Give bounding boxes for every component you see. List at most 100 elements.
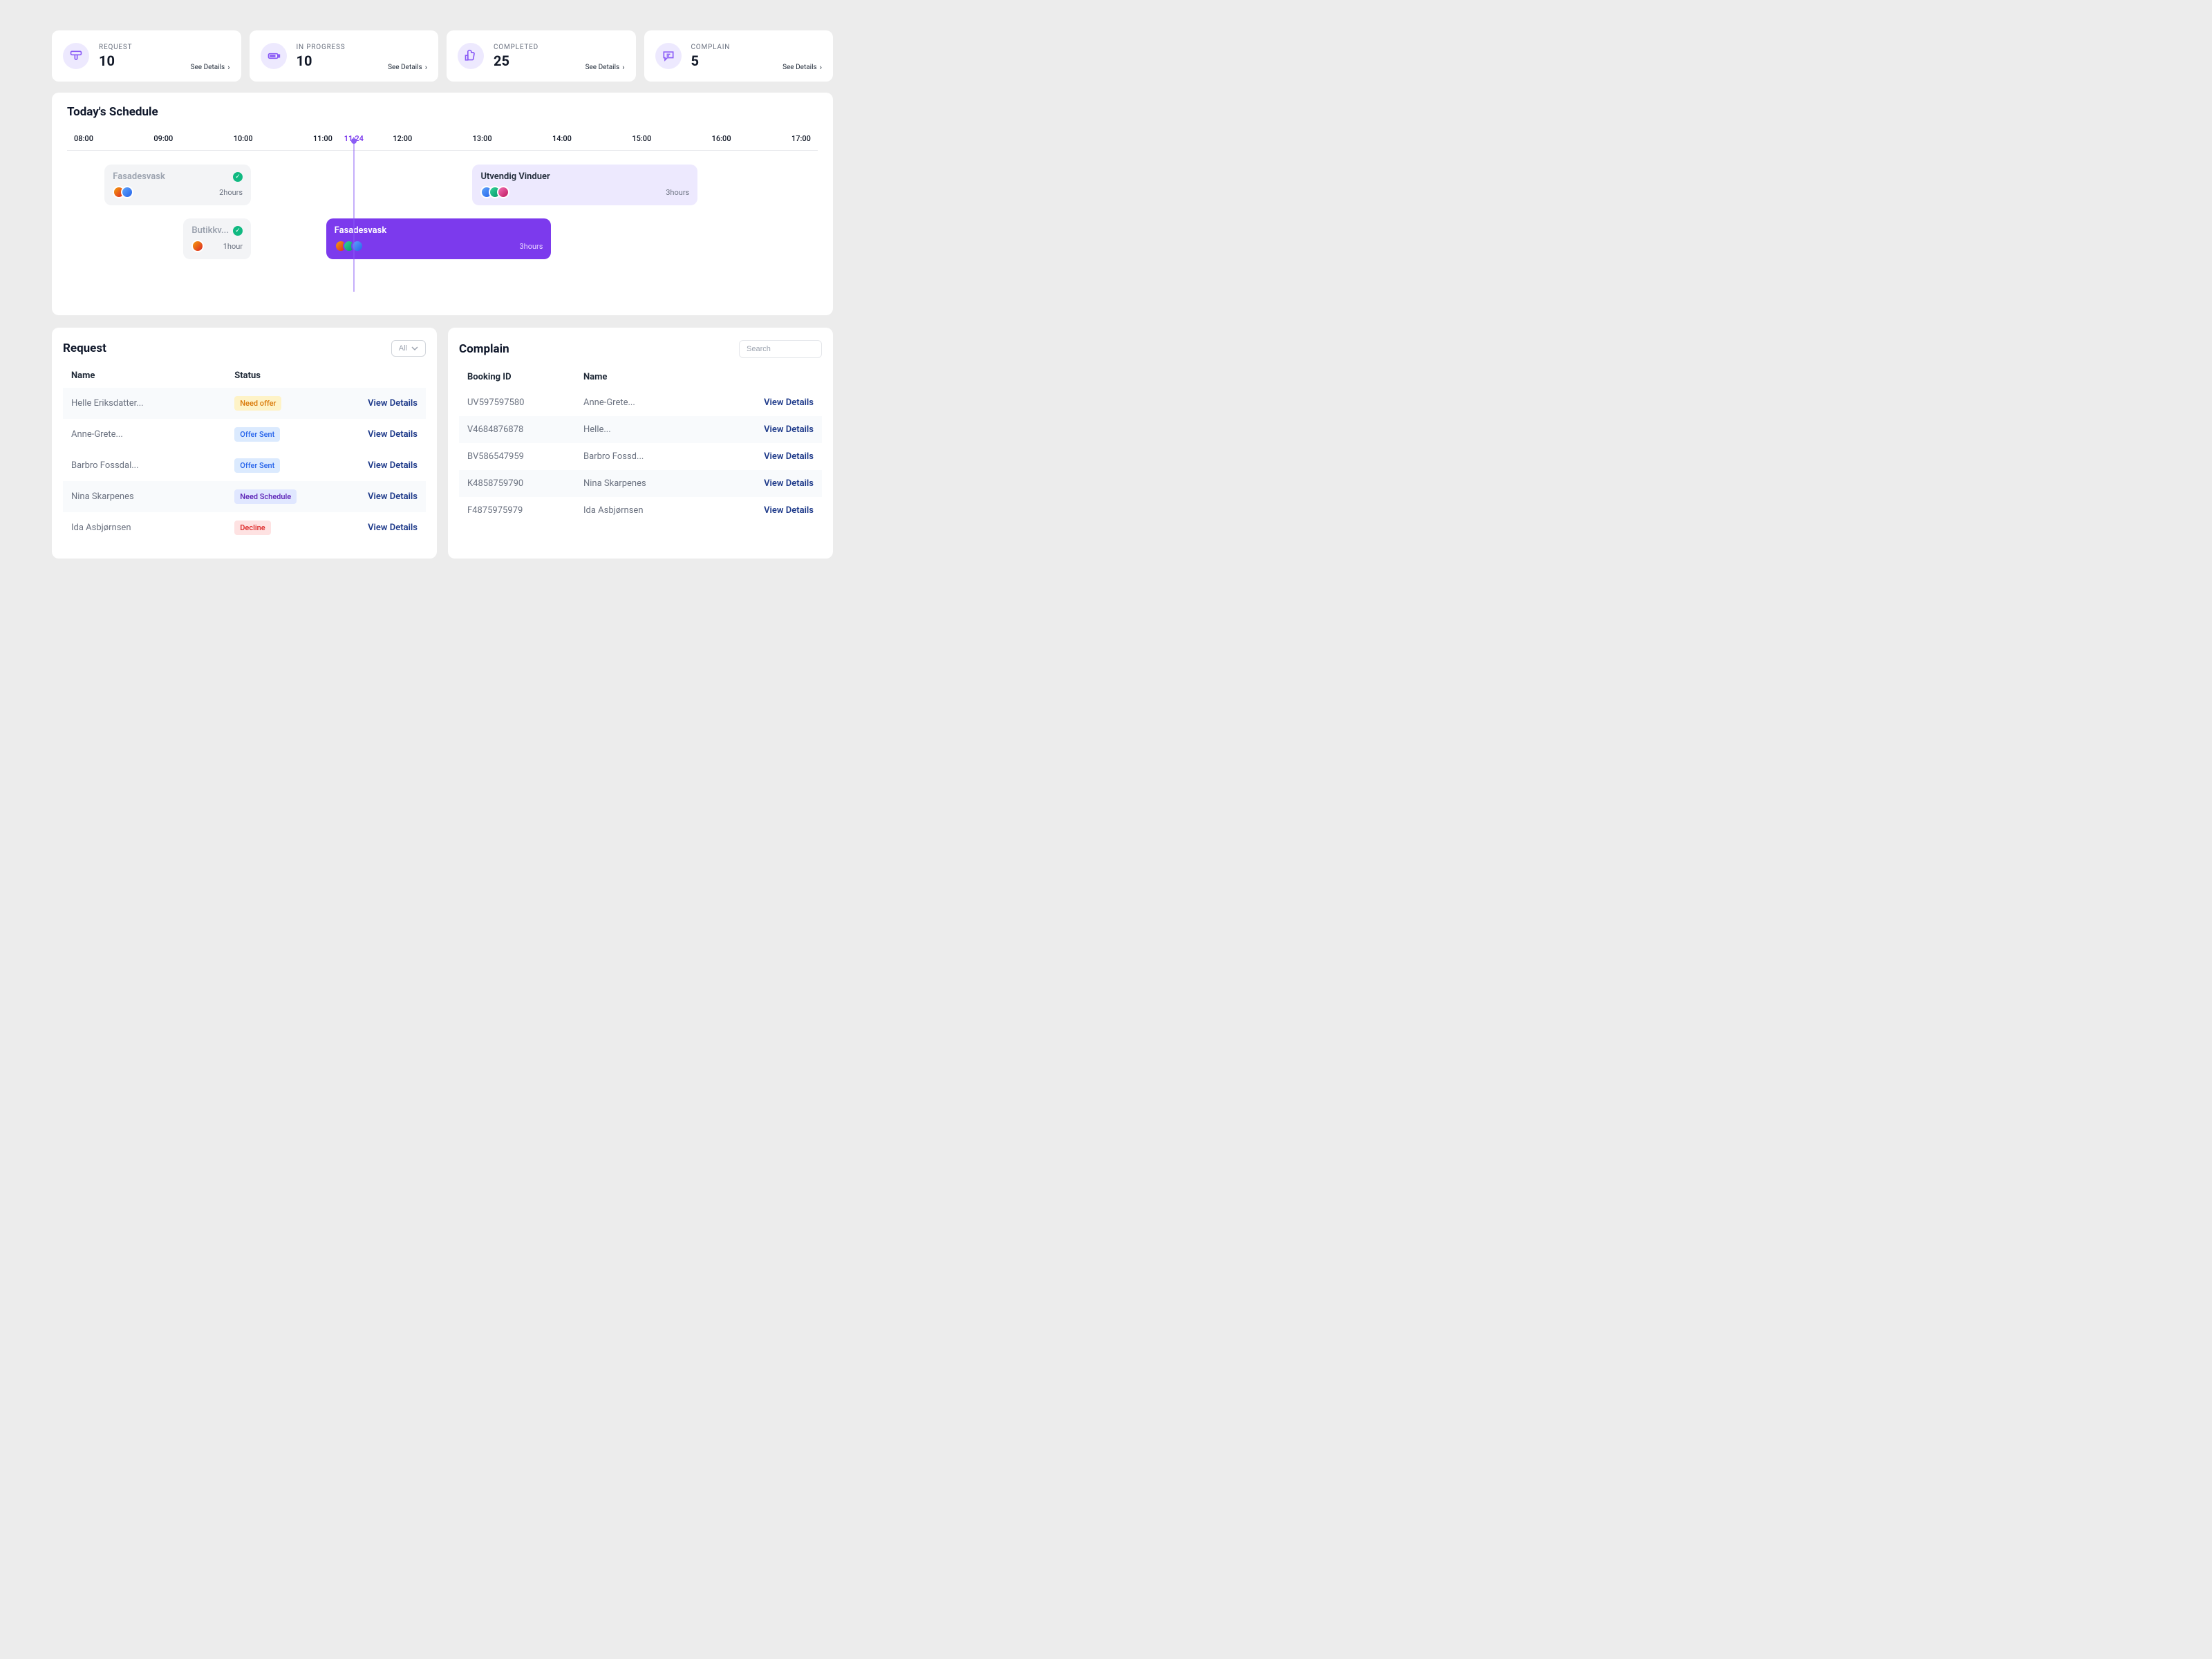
- table-row: Ida Asbjørnsen Decline View Details: [63, 512, 426, 543]
- event-duration: 3hours: [666, 188, 689, 197]
- status-badge: Decline: [234, 521, 270, 535]
- cell-booking-id: V4684876878: [459, 416, 575, 443]
- hour-label: 10:00: [229, 134, 257, 143]
- table-row: F4875975979Ida Asbjørnsen View Details: [459, 497, 822, 524]
- status-badge: Offer Sent: [234, 458, 280, 473]
- cell-name: Ida Asbjørnsen: [63, 512, 226, 543]
- cell-status: Need Schedule: [226, 481, 335, 512]
- chevron-right-icon: ›: [425, 63, 427, 72]
- schedule-lanes: Fasadesvask ✓ 2hours Utvendig Vinduer: [67, 165, 818, 296]
- see-details-link[interactable]: See Details›: [585, 63, 625, 72]
- event-title: Fasadesvask: [335, 225, 387, 236]
- card-in-progress[interactable]: IN PROGRESS 10 See Details›: [250, 30, 439, 82]
- view-details-link[interactable]: View Details: [764, 424, 814, 435]
- request-title: Request: [63, 341, 106, 355]
- filter-all-dropdown[interactable]: All: [391, 340, 426, 357]
- cell-name: Barbro Fossd...: [575, 443, 720, 470]
- status-badge: Offer Sent: [234, 427, 280, 442]
- view-details-link[interactable]: View Details: [368, 491, 418, 502]
- cell-name: Nina Skarpenes: [63, 481, 226, 512]
- view-details-link[interactable]: View Details: [368, 460, 418, 471]
- column-name: Name: [63, 364, 226, 388]
- event-duration: 1hour: [223, 242, 243, 251]
- current-time-marker-dot: [351, 138, 357, 144]
- view-details-link[interactable]: View Details: [368, 523, 418, 533]
- cell-booking-id: F4875975979: [459, 497, 575, 524]
- cell-name: Ida Asbjørnsen: [575, 497, 720, 524]
- card-label: IN PROGRESS: [297, 44, 428, 51]
- completed-icon: [458, 43, 484, 69]
- card-label: COMPLAIN: [691, 44, 823, 51]
- schedule-event-active[interactable]: Fasadesvask 3hours: [326, 218, 552, 259]
- cell-booking-id: UV597597580: [459, 389, 575, 416]
- cell-name: Barbro Fossdal...: [63, 450, 226, 481]
- hour-label: 15:00: [628, 134, 655, 143]
- cell-status: Offer Sent: [226, 450, 335, 481]
- cell-booking-id: K4858759790: [459, 470, 575, 497]
- view-details-link[interactable]: View Details: [368, 429, 418, 440]
- event-avatars: [480, 186, 509, 198]
- hour-label: 08:00: [70, 134, 97, 143]
- card-label: COMPLETED: [494, 44, 625, 51]
- table-row: Anne-Grete...Offer SentView Details: [63, 419, 426, 450]
- summary-cards: REQUEST 10 See Details› IN PROGRESS 10 S…: [52, 30, 833, 82]
- request-panel: Request All Name Status Helle Eriksdatte…: [52, 328, 437, 559]
- schedule-event[interactable]: Butikkv... ✓ 1hour: [183, 218, 251, 259]
- view-details-link[interactable]: View Details: [764, 478, 814, 489]
- event-title: Butikkv...: [191, 225, 229, 236]
- table-row: Barbro Fossdal... Offer Sent View Details: [63, 450, 426, 481]
- schedule-panel: Today's Schedule 08:00 09:00 10:00 11:00 12:…: [52, 93, 833, 315]
- see-details-link[interactable]: See Details›: [782, 63, 822, 72]
- schedule-title: Today's Schedule: [67, 105, 818, 119]
- hour-label: 12:00: [388, 134, 416, 143]
- column-status: Status: [226, 364, 335, 388]
- event-title: Fasadesvask: [113, 171, 165, 182]
- hour-label: 14:00: [548, 134, 576, 143]
- schedule-event[interactable]: Utvendig Vinduer 3hours: [472, 165, 697, 205]
- status-badge: Need Schedule: [234, 489, 297, 504]
- status-badge: Need offer: [234, 396, 281, 411]
- event-avatars: [191, 240, 204, 252]
- search-input[interactable]: [739, 340, 822, 358]
- cell-status: Offer Sent: [226, 419, 335, 450]
- timeline-rule: [67, 150, 818, 151]
- in-progress-icon: [261, 43, 287, 69]
- request-table: Name Status Helle Eriksdatter... Need off…: [63, 364, 426, 543]
- event-avatars: [113, 186, 133, 198]
- complain-title: Complain: [459, 342, 509, 356]
- cell-name: Nina Skarpenes: [575, 470, 720, 497]
- event-title: Utvendig Vinduer: [480, 171, 550, 182]
- check-icon: ✓: [233, 172, 243, 182]
- cell-status: Need offer: [226, 388, 335, 419]
- check-icon: ✓: [233, 226, 243, 236]
- cell-booking-id: BV586547959: [459, 443, 575, 470]
- card-label: REQUEST: [99, 44, 230, 51]
- complain-icon: [655, 43, 682, 69]
- event-duration: 3hours: [519, 242, 543, 251]
- schedule-event[interactable]: Fasadesvask ✓ 2hours: [104, 165, 251, 205]
- event-avatars: [335, 240, 364, 252]
- table-row: Helle Eriksdatter... Need offer View Detai…: [63, 388, 426, 419]
- hour-label: 11:00: [309, 134, 337, 143]
- see-details-link[interactable]: See Details›: [388, 63, 427, 72]
- chevron-right-icon: ›: [622, 63, 624, 72]
- event-duration: 2hours: [219, 188, 243, 197]
- hour-label: 09:00: [149, 134, 177, 143]
- view-details-link[interactable]: View Details: [368, 398, 418, 409]
- view-details-link[interactable]: View Details: [764, 451, 814, 462]
- cell-name: Helle Eriksdatter...: [63, 388, 226, 419]
- timeline-hours: 08:00 09:00 10:00 11:00 12:00 13:00 14:00 15:00…: [67, 134, 818, 143]
- view-details-link[interactable]: View Details: [764, 505, 814, 516]
- see-details-link[interactable]: See Details›: [191, 63, 230, 72]
- column-name: Name: [575, 365, 720, 389]
- hour-label: 16:00: [708, 134, 735, 143]
- chevron-right-icon: ›: [820, 63, 822, 72]
- current-time-marker-line: [353, 141, 354, 292]
- view-details-link[interactable]: View Details: [764, 397, 814, 408]
- hour-label: 13:00: [469, 134, 496, 143]
- card-complain[interactable]: COMPLAIN 5 See Details›: [644, 30, 834, 82]
- card-request[interactable]: REQUEST 10 See Details›: [52, 30, 241, 82]
- table-row: BV586547959Barbro Fossd... View Details: [459, 443, 822, 470]
- table-row: K4858759790Nina Skarpenes View Details: [459, 470, 822, 497]
- card-completed[interactable]: COMPLETED 25 See Details›: [447, 30, 636, 82]
